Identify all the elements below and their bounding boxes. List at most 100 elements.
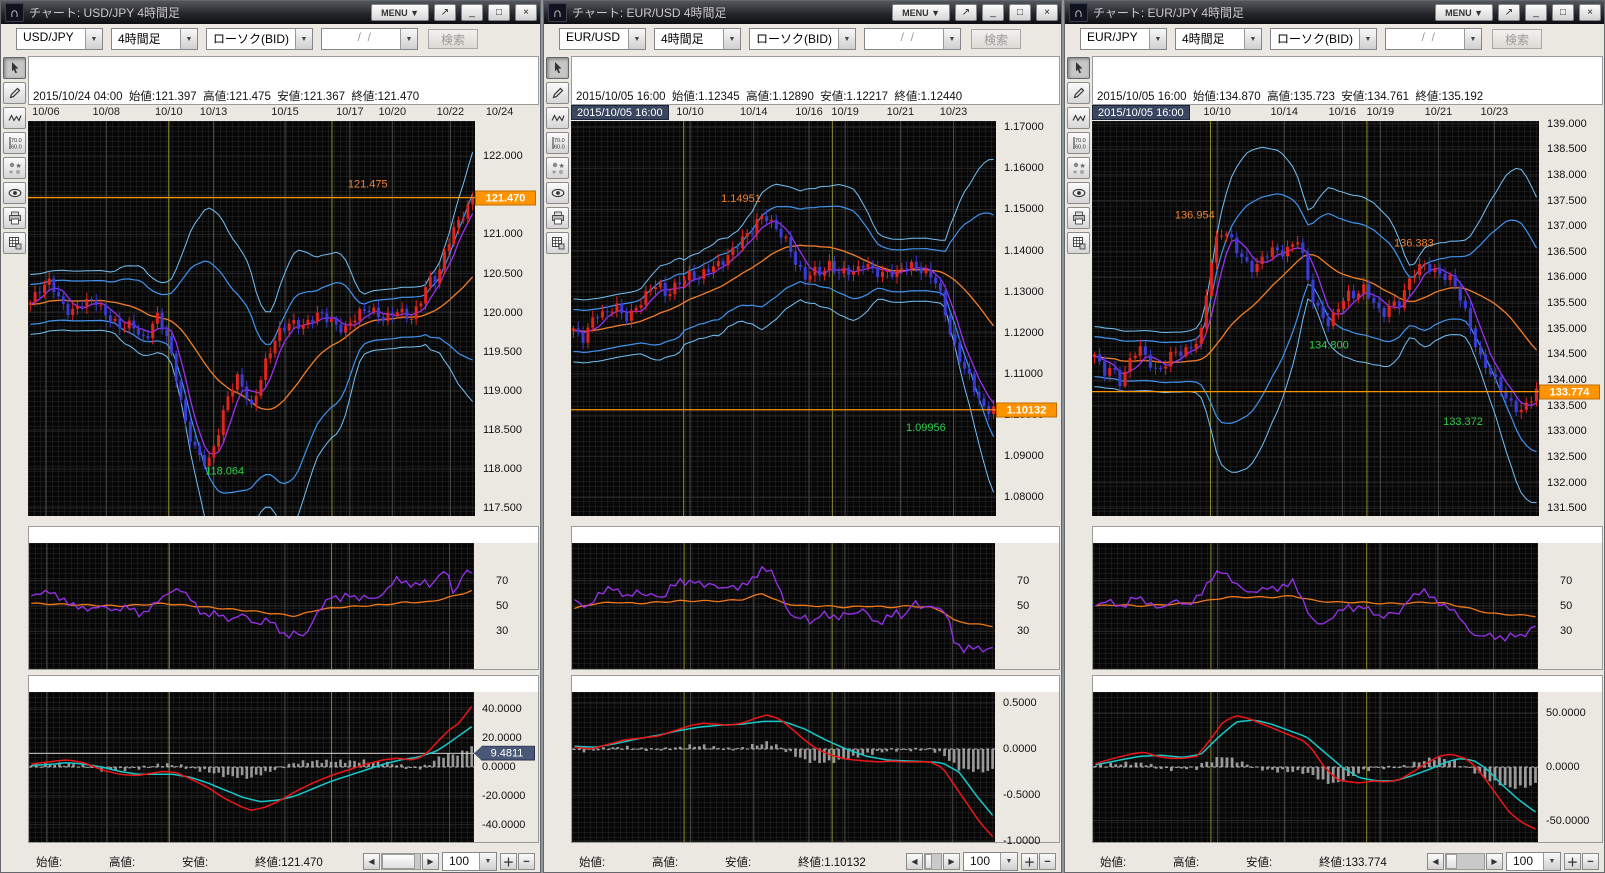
close-button[interactable]: ×	[515, 4, 537, 21]
menu-button[interactable]: MENU ▼	[1435, 4, 1493, 21]
chevron-down-icon[interactable]: ▼	[1244, 29, 1261, 49]
pair-select[interactable]: EUR/JPY ▼	[1080, 28, 1167, 50]
macd-chart[interactable]	[572, 692, 995, 842]
price-chart[interactable]: 136.954 136.383 134.800 133.372	[1092, 121, 1539, 516]
visibility-button[interactable]	[3, 182, 26, 204]
rsi-chart[interactable]	[572, 543, 995, 669]
popout-icon[interactable]: ↗	[955, 4, 977, 21]
scroll-right-button[interactable]: ▶	[943, 853, 960, 870]
print-button[interactable]	[3, 207, 26, 229]
window-titlebar[interactable]: ∩ チャート: USD/JPY 4時間足 MENU ▼ ↗ _ □ ×	[1, 1, 540, 24]
timeframe-select[interactable]: 4時間足 ▼	[1175, 28, 1262, 50]
chart-scrollbar[interactable]	[924, 853, 942, 870]
minimize-button[interactable]: _	[1525, 4, 1547, 21]
popout-icon[interactable]: ↗	[434, 4, 456, 21]
search-button[interactable]: 検索	[1492, 29, 1543, 49]
chevron-down-icon[interactable]: ▼	[479, 853, 496, 870]
chart-type-select[interactable]: ローソク(BID) ▼	[1270, 28, 1377, 50]
scroll-left-button[interactable]: ◀	[363, 853, 380, 870]
scrollbar-thumb[interactable]	[1446, 854, 1458, 869]
scrollbar-thumb[interactable]	[925, 854, 932, 869]
scroll-right-button[interactable]: ▶	[422, 853, 439, 870]
chevron-down-icon[interactable]: ▼	[85, 29, 102, 49]
zoom-select[interactable]: 100 ▼	[1506, 852, 1561, 871]
chevron-down-icon[interactable]: ▼	[400, 29, 417, 49]
menu-button[interactable]: MENU ▼	[892, 4, 950, 21]
date-input[interactable]: / / ▼	[864, 28, 961, 50]
maximize-button[interactable]: □	[1009, 4, 1031, 21]
macd-chart[interactable]	[29, 692, 474, 842]
indicator-tool-button[interactable]	[1067, 107, 1090, 129]
price-label-tool-button[interactable]: 70.0 60.0	[546, 132, 569, 154]
chevron-down-icon[interactable]: ▼	[180, 29, 197, 49]
close-button[interactable]: ×	[1579, 4, 1601, 21]
price-label-tool-button[interactable]: 70.0 60.0	[3, 132, 26, 154]
minimize-button[interactable]: _	[982, 4, 1004, 21]
chart-scrollbar[interactable]	[1445, 853, 1485, 870]
draw-tool-button[interactable]	[1067, 82, 1090, 104]
chevron-down-icon[interactable]: ▼	[1464, 29, 1481, 49]
chart-type-select[interactable]: ローソク(BID) ▼	[206, 28, 313, 50]
minimize-button[interactable]: _	[461, 4, 483, 21]
layout-save-button[interactable]	[1067, 232, 1090, 254]
chevron-down-icon[interactable]: ▼	[295, 29, 312, 49]
indicator-tool-button[interactable]	[546, 107, 569, 129]
timeframe-select[interactable]: 4時間足 ▼	[111, 28, 198, 50]
price-chart[interactable]: 1.14951 1.09956	[571, 121, 996, 516]
marker-tool-button[interactable]: ★ ♥	[3, 157, 26, 179]
pointer-tool-button[interactable]	[1067, 57, 1090, 79]
chevron-down-icon[interactable]: ▼	[1000, 853, 1017, 870]
menu-button[interactable]: MENU ▼	[371, 4, 429, 21]
pointer-tool-button[interactable]	[3, 57, 26, 79]
chevron-down-icon[interactable]: ▼	[943, 29, 960, 49]
zoom-in-button[interactable]: ＋	[500, 853, 517, 870]
draw-tool-button[interactable]	[546, 82, 569, 104]
print-button[interactable]	[1067, 207, 1090, 229]
rsi-chart[interactable]	[29, 543, 474, 669]
chart-type-select[interactable]: ローソク(BID) ▼	[749, 28, 856, 50]
search-button[interactable]: 検索	[971, 29, 1022, 49]
close-button[interactable]: ×	[1036, 4, 1058, 21]
chevron-down-icon[interactable]: ▼	[723, 29, 740, 49]
rsi-chart[interactable]	[1093, 543, 1538, 669]
scroll-left-button[interactable]: ◀	[906, 853, 923, 870]
scroll-left-button[interactable]: ◀	[1427, 853, 1444, 870]
draw-tool-button[interactable]	[3, 82, 26, 104]
pointer-tool-button[interactable]	[546, 57, 569, 79]
timeframe-select[interactable]: 4時間足 ▼	[654, 28, 741, 50]
chart-scrollbar[interactable]	[381, 853, 421, 870]
chevron-down-icon[interactable]: ▼	[838, 29, 855, 49]
marker-tool-button[interactable]: ★ ♥	[546, 157, 569, 179]
pair-select[interactable]: USD/JPY ▼	[16, 28, 103, 50]
search-button[interactable]: 検索	[428, 29, 479, 49]
marker-tool-button[interactable]: ★ ♥	[1067, 157, 1090, 179]
chevron-down-icon[interactable]: ▼	[1543, 853, 1560, 870]
layout-save-button[interactable]	[3, 232, 26, 254]
pair-select[interactable]: EUR/USD ▼	[559, 28, 646, 50]
zoom-in-button[interactable]: ＋	[1021, 853, 1038, 870]
maximize-button[interactable]: □	[1552, 4, 1574, 21]
window-titlebar[interactable]: ∩ チャート: EUR/USD 4時間足 MENU ▼ ↗ _ □ ×	[544, 1, 1061, 24]
window-titlebar[interactable]: ∩ チャート: EUR/JPY 4時間足 MENU ▼ ↗ _ □ ×	[1065, 1, 1604, 24]
zoom-out-button[interactable]: −	[1582, 853, 1599, 870]
zoom-out-button[interactable]: −	[1039, 853, 1056, 870]
zoom-select[interactable]: 100 ▼	[963, 852, 1018, 871]
print-button[interactable]	[546, 207, 569, 229]
zoom-in-button[interactable]: ＋	[1564, 853, 1581, 870]
zoom-select[interactable]: 100 ▼	[442, 852, 497, 871]
layout-save-button[interactable]	[546, 232, 569, 254]
visibility-button[interactable]	[1067, 182, 1090, 204]
chevron-down-icon[interactable]: ▼	[628, 29, 645, 49]
chevron-down-icon[interactable]: ▼	[1359, 29, 1376, 49]
indicator-tool-button[interactable]	[3, 107, 26, 129]
date-input[interactable]: / / ▼	[321, 28, 418, 50]
price-label-tool-button[interactable]: 70.0 60.0	[1067, 132, 1090, 154]
zoom-out-button[interactable]: −	[518, 853, 535, 870]
macd-chart[interactable]	[1093, 692, 1538, 842]
popout-icon[interactable]: ↗	[1498, 4, 1520, 21]
maximize-button[interactable]: □	[488, 4, 510, 21]
date-input[interactable]: / / ▼	[1385, 28, 1482, 50]
scrollbar-thumb[interactable]	[382, 854, 416, 869]
scroll-right-button[interactable]: ▶	[1486, 853, 1503, 870]
price-chart[interactable]: 121.475 118.064	[28, 121, 475, 516]
